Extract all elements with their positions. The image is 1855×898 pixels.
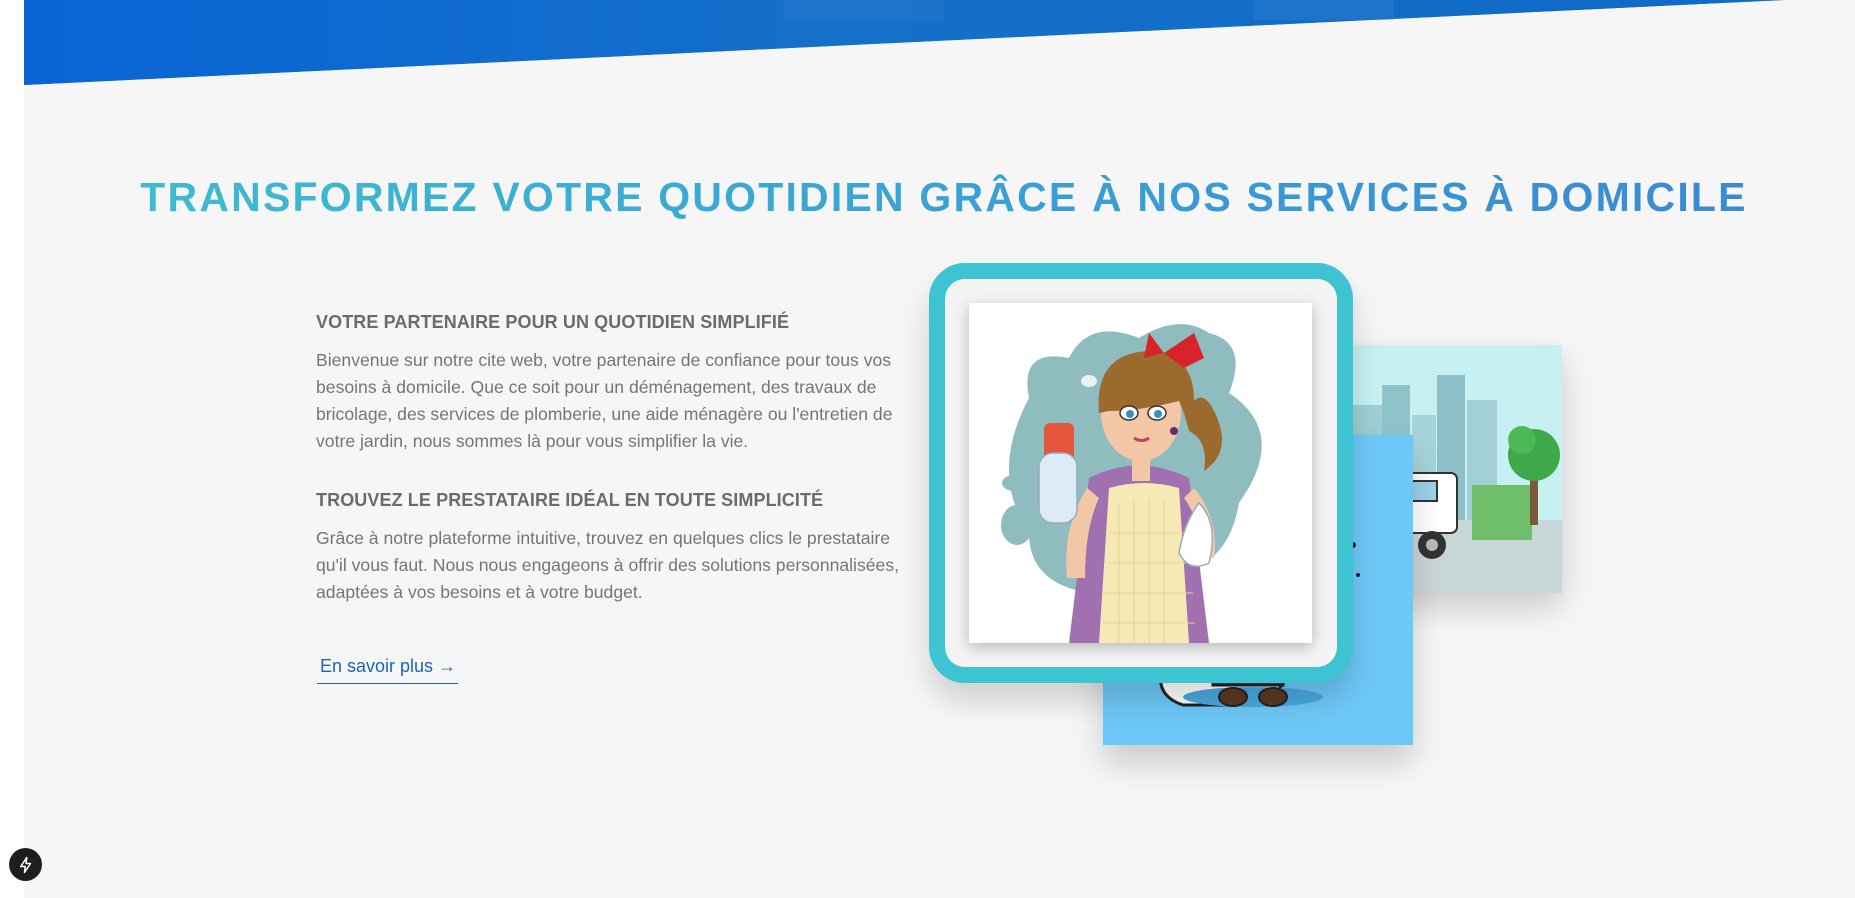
page-headline: TRANSFORMEZ VOTRE QUOTIDIEN GRÂCE À NOS … bbox=[0, 174, 1855, 221]
intro-content: VOTRE PARTENAIRE POUR UN QUOTIDIEN SIMPL… bbox=[316, 312, 906, 606]
hero-banner-bottom bbox=[24, 0, 1855, 86]
floating-action-button[interactable] bbox=[9, 848, 42, 881]
section-title-provider: TROUVEZ LE PRESTATAIRE IDÉAL EN TOUTE SI… bbox=[316, 490, 824, 510]
section-title-partner: VOTRE PARTENAIRE POUR UN QUOTIDIEN SIMPL… bbox=[316, 312, 790, 332]
section-text-provider: Grâce à notre plateforme intuitive, trou… bbox=[316, 528, 900, 602]
cleaning-lady-illustration bbox=[969, 303, 1312, 643]
left-edge-strip bbox=[0, 0, 24, 898]
learn-more-link[interactable]: En savoir plus → bbox=[317, 656, 459, 684]
section-text-partner: Bienvenue sur notre cite web, votre part… bbox=[316, 350, 893, 451]
lightning-bolt-icon bbox=[19, 856, 31, 873]
